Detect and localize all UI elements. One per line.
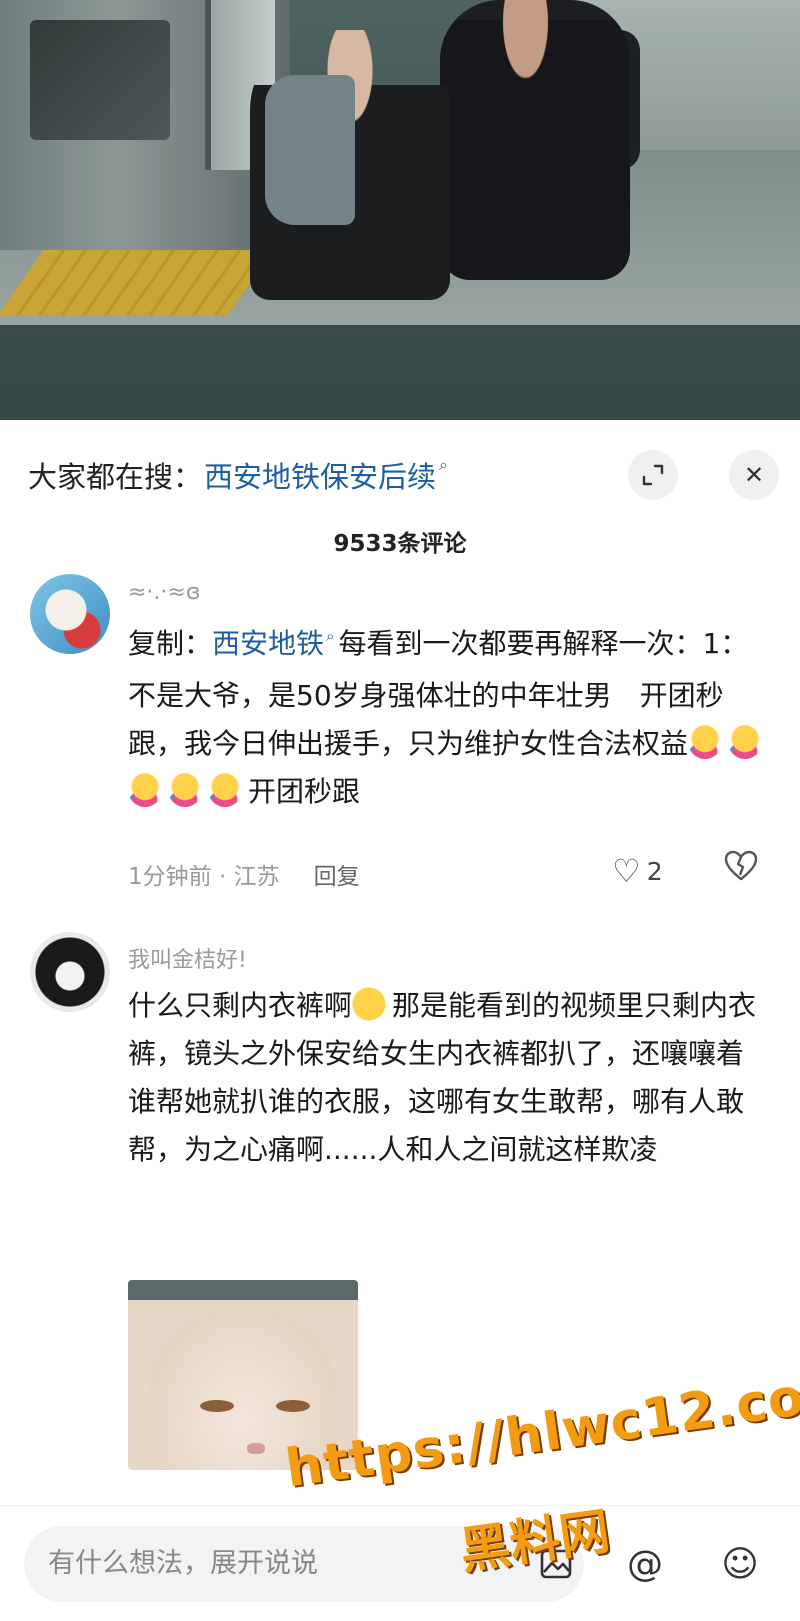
avatar[interactable] [30,932,110,1012]
comment-image[interactable] [128,1280,358,1470]
person-comforting [440,0,630,280]
smiley-icon: ☺ [721,1543,759,1585]
like-button[interactable]: ♡ 2 [612,852,663,890]
heart-icon: ♡ [612,852,641,890]
emoji-button[interactable]: ☺ [712,1536,768,1592]
comment-prefix: 复制： [128,627,213,660]
trending-search-prefix: 大家都在搜： [28,460,203,494]
comment-suffix: 开团秒跟 [248,775,361,808]
comment-time-location: 1分钟前 · 江苏 [128,864,280,890]
cat-face [148,1308,338,1470]
comment-search-link[interactable]: 西安地铁 [212,627,324,660]
laugh-cry-emoji-icon [352,987,387,1021]
search-icon: ⌕ [326,627,335,645]
mention-button[interactable]: @ [617,1536,673,1592]
comment-meta: 1分钟前 · 江苏 回复 [128,857,360,891]
comment-text: 复制：西安地铁 ⌕ 每看到一次都要再解释一次：1：不是大爷，是50岁身强体壮的中年壮… [128,620,768,816]
search-icon: ⌕ [439,455,448,474]
close-button[interactable]: ✕ [729,450,779,500]
reply-button[interactable]: 回复 [314,857,360,891]
train-window [30,20,170,140]
comment-text: 什么只剩内衣裤啊 那是能看到的视频里只剩内衣裤，镜头之外保安给女生内衣裤都扒了，还… [128,982,768,1174]
comment-username[interactable]: 我叫金桔好! [128,942,247,974]
comment-count: 9533条评论 [333,531,467,557]
broken-heart-icon [724,850,758,881]
expand-button[interactable] [628,450,678,500]
image-button[interactable] [528,1536,584,1592]
video-frame[interactable] [0,0,800,420]
avatar[interactable] [30,574,110,654]
hug-emoji-icon [728,725,763,759]
image-icon [540,1549,572,1579]
dislike-button[interactable] [724,850,758,890]
like-count: 2 [646,856,663,886]
comment-sheet: 大家都在搜： 西安地铁保安后续 ⌕ ✕ 9533条评论 ≈·.·≈ɞ 复制：西安… [0,420,800,1621]
video-bottom-band [0,325,800,420]
comment-input[interactable]: 有什么想法，展开说说 [24,1526,584,1602]
expand-icon [642,464,664,486]
cat-eye [200,1400,234,1412]
trending-search[interactable]: 大家都在搜： 西安地铁保安后续 ⌕ [28,450,448,500]
hug-emoji-icon [128,773,162,807]
hug-emoji-icon [168,773,202,807]
comment-main-text: 什么只剩内衣裤啊 [128,989,353,1022]
hug-emoji-icon [208,773,242,807]
trending-search-term[interactable]: 西安地铁保安后续 [204,454,436,496]
hug-emoji-icon [688,725,723,759]
train [0,0,290,250]
close-icon: ✕ [743,461,765,489]
comment-input-bar: 有什么想法，展开说说 @ ☺ [0,1505,800,1621]
cat-eye [276,1400,310,1412]
comment-username[interactable]: ≈·.·≈ɞ [128,580,200,605]
cat-nose [247,1443,265,1454]
grey-coat [265,75,355,225]
at-icon: @ [627,1543,663,1585]
